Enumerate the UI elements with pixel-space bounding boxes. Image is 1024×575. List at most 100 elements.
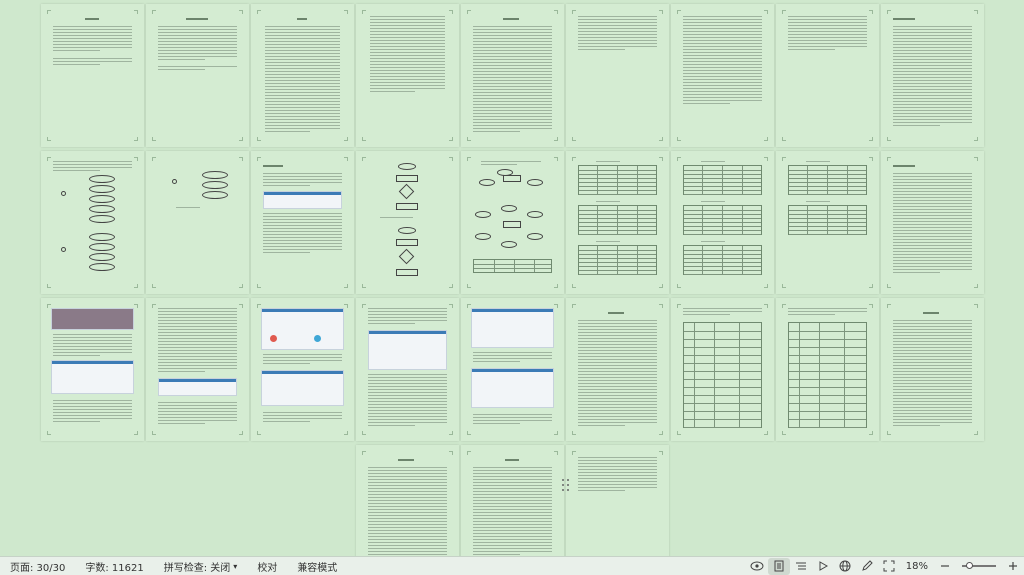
page-view-icon[interactable] [767, 557, 790, 575]
text-line [473, 119, 552, 120]
page-corner-mark [764, 431, 768, 435]
page-thumbnail[interactable] [356, 151, 459, 294]
text-line [893, 98, 972, 99]
screenshot-bar [264, 192, 341, 195]
page-heading [398, 459, 414, 461]
page-corner-mark [887, 304, 891, 308]
table-col-line [617, 166, 618, 194]
page-thumbnail[interactable] [461, 4, 564, 147]
document-canvas[interactable] [0, 0, 1024, 556]
text-line [806, 201, 830, 202]
text-line [158, 347, 237, 348]
text-line [683, 85, 762, 86]
text-line [53, 38, 132, 39]
page-corner-mark [659, 451, 663, 455]
page-corner-mark [344, 304, 348, 308]
page-thumbnail[interactable] [461, 298, 564, 441]
spell-check-toggle[interactable]: 拼写检查: 关闭 ▾ [154, 557, 248, 575]
text-line [370, 55, 445, 56]
proofread-button[interactable]: 校对 [247, 557, 287, 575]
text-line [158, 311, 237, 312]
eye-icon[interactable] [746, 558, 768, 575]
page-thumbnail[interactable] [251, 4, 354, 147]
table-row-line [789, 403, 866, 404]
text-line [473, 476, 552, 477]
text-line [370, 31, 445, 32]
table-col-line [847, 206, 848, 234]
page-corner-mark [449, 10, 453, 14]
table-col-line [827, 166, 828, 194]
page-thumbnail[interactable] [356, 4, 459, 147]
text-line [158, 308, 237, 309]
page-thumbnail[interactable] [566, 151, 669, 294]
zoom-slider[interactable] [962, 562, 996, 569]
page-thumbnail[interactable] [146, 298, 249, 441]
word-count[interactable]: 字数: 11621 [75, 557, 153, 575]
page-thumbnail[interactable] [776, 298, 879, 441]
text-line [473, 473, 552, 474]
page-thumbnail[interactable] [461, 151, 564, 294]
page-thumbnail[interactable] [41, 4, 144, 147]
zoom-slider-knob[interactable] [966, 562, 973, 569]
table-col-line [617, 246, 618, 274]
text-line [683, 55, 762, 56]
page-corner-mark [887, 157, 891, 161]
flow-box [396, 175, 418, 182]
text-line [893, 212, 972, 213]
fit-page-icon[interactable] [878, 558, 900, 575]
page-thumbnail[interactable] [881, 4, 984, 147]
page-thumbnail[interactable] [146, 4, 249, 147]
text-line [578, 401, 657, 402]
text-line [368, 308, 447, 309]
text-line [578, 410, 657, 411]
pen-icon[interactable] [856, 558, 878, 575]
drag-handle-icon[interactable] [562, 479, 572, 493]
text-line [263, 231, 342, 232]
zoom-out-icon[interactable] [934, 558, 956, 575]
web-layout-icon[interactable] [834, 558, 856, 575]
page-thumbnail[interactable] [881, 151, 984, 294]
text-line [158, 50, 237, 51]
page-thumbnail[interactable] [356, 298, 459, 441]
text-line [893, 239, 972, 240]
text-line [578, 460, 657, 461]
page-thumbnail[interactable] [251, 151, 354, 294]
text-line [683, 61, 762, 62]
text-line [578, 395, 657, 396]
table-col-line [702, 166, 703, 194]
page-thumbnail[interactable] [566, 298, 669, 441]
page-thumbnail[interactable] [41, 298, 144, 441]
text-line [893, 320, 972, 321]
page-thumbnail[interactable] [566, 445, 669, 556]
page-thumbnail[interactable] [566, 4, 669, 147]
page-thumbnail[interactable] [461, 445, 564, 556]
page-thumbnail[interactable] [671, 151, 774, 294]
page-count[interactable]: 页面: 30/30 [0, 557, 75, 575]
zoom-level[interactable]: 18% [900, 561, 934, 572]
page-thumbnail[interactable] [776, 4, 879, 147]
text-line [578, 46, 657, 47]
text-line [893, 194, 972, 195]
page-corner-mark [554, 137, 558, 141]
page-thumbnail[interactable] [671, 298, 774, 441]
page-thumbnail[interactable] [146, 151, 249, 294]
page-thumbnail[interactable] [881, 298, 984, 441]
page-thumbnail[interactable] [41, 151, 144, 294]
page-thumbnail[interactable] [671, 4, 774, 147]
screenshot-bar [472, 369, 553, 372]
zoom-in-icon[interactable] [1002, 558, 1024, 575]
text-line [473, 131, 521, 132]
table-row-line [789, 347, 866, 348]
text-line [53, 346, 132, 347]
play-icon[interactable] [812, 558, 834, 575]
screenshot-figure [368, 330, 447, 370]
page-thumbnail[interactable] [356, 445, 459, 556]
text-line [263, 360, 342, 361]
page-corner-mark [239, 304, 243, 308]
table-col-line [807, 166, 808, 194]
outline-view-icon[interactable] [790, 558, 812, 575]
page-thumbnail[interactable] [776, 151, 879, 294]
page-corner-mark [869, 304, 873, 308]
page-thumbnail[interactable] [251, 298, 354, 441]
table-col-line [617, 206, 618, 234]
